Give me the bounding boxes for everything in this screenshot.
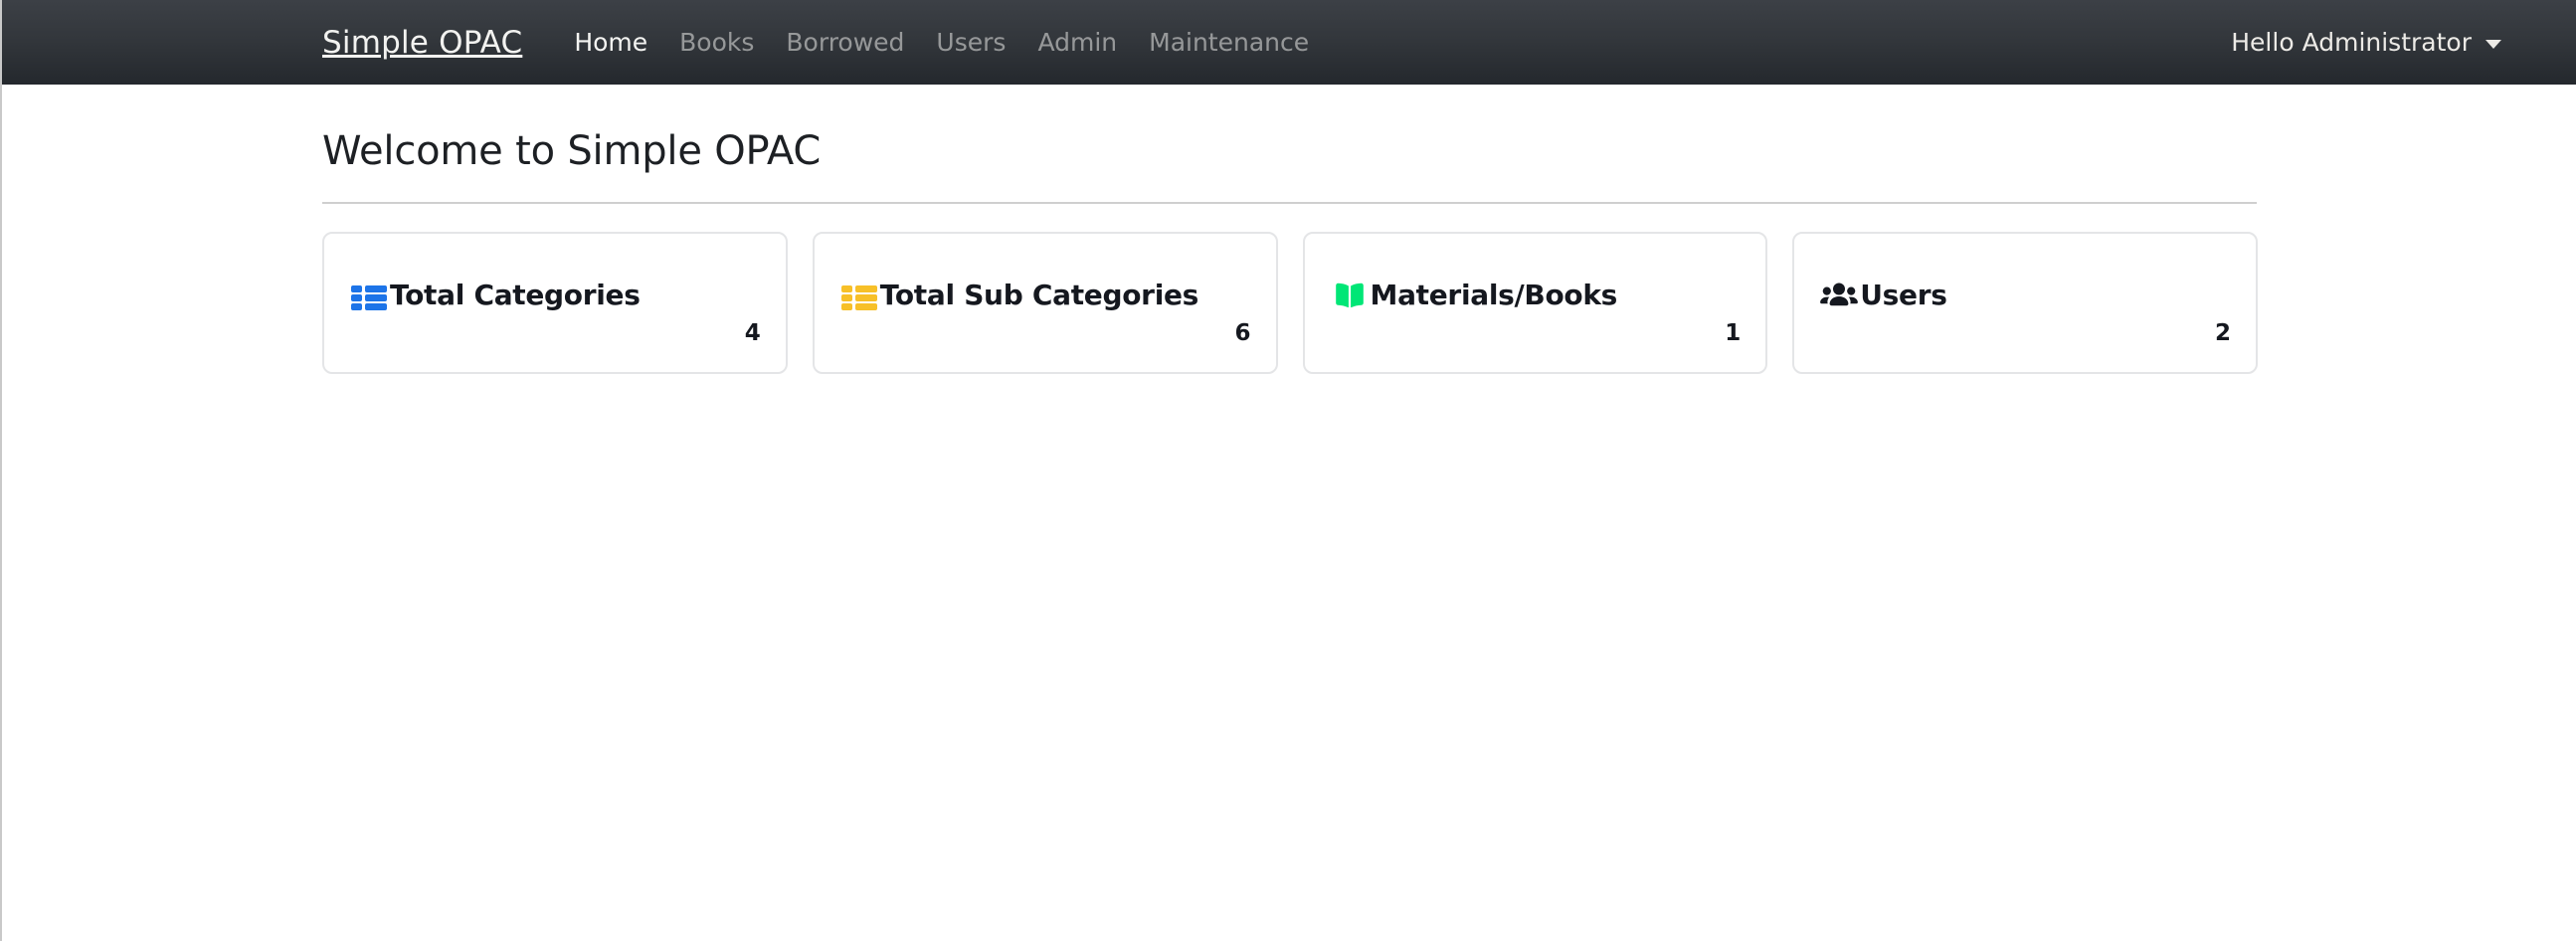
nav-item-borrowed[interactable]: Borrowed <box>770 30 920 55</box>
nav-link-books[interactable]: Books <box>663 28 770 57</box>
chevron-down-icon <box>2485 40 2501 49</box>
user-menu-dropdown[interactable]: Hello Administrator <box>2231 28 2501 57</box>
nav-item-home[interactable]: Home <box>558 30 663 55</box>
stat-card-total-categories[interactable]: Total Categories 4 <box>322 232 788 374</box>
stat-card-header: Total Categories <box>348 275 641 316</box>
stat-card-header: Materials/Books <box>1329 275 1618 316</box>
stat-card-total-sub-categories[interactable]: Total Sub Categories 6 <box>812 232 1278 374</box>
page-container: Welcome to Simple OPAC Total Categories … <box>2 128 2576 374</box>
nav-item-users[interactable]: Users <box>920 30 1021 55</box>
stat-card-users[interactable]: Users 2 <box>1792 232 2258 374</box>
stat-card-label: Materials/Books <box>1370 279 1618 311</box>
nav-item-books[interactable]: Books <box>663 30 770 55</box>
stat-card-header: Users <box>1818 275 1947 316</box>
nav-link-admin[interactable]: Admin <box>1021 28 1133 57</box>
nav-link-borrowed[interactable]: Borrowed <box>770 28 920 57</box>
stat-card-count: 4 <box>744 320 761 346</box>
nav-item-admin[interactable]: Admin <box>1021 30 1133 55</box>
table-list-icon <box>348 275 390 316</box>
stat-card-materials-books[interactable]: Materials/Books 1 <box>1302 232 1768 374</box>
stat-card-count: 1 <box>1725 320 1742 346</box>
stat-card-label: Total Categories <box>390 279 641 311</box>
stat-cards-row: Total Categories 4 Total Sub Categories … <box>322 232 2258 374</box>
title-divider <box>322 202 2257 204</box>
open-book-icon <box>1329 275 1371 316</box>
stat-card-label: Users <box>1860 279 1947 311</box>
brand-logo[interactable]: Simple OPAC <box>322 25 522 61</box>
stat-card-count: 6 <box>1234 320 1251 346</box>
stat-card-header: Total Sub Categories <box>838 275 1198 316</box>
navbar-right: Hello Administrator <box>2231 28 2501 57</box>
primary-nav: Home Books Borrowed Users Admin Maintena… <box>558 30 1325 55</box>
nav-item-maintenance[interactable]: Maintenance <box>1133 30 1325 55</box>
user-greeting-label: Hello Administrator <box>2231 28 2472 57</box>
top-navbar: Simple OPAC Home Books Borrowed Users Ad… <box>2 0 2576 85</box>
stat-card-label: Total Sub Categories <box>879 279 1199 311</box>
nav-link-home[interactable]: Home <box>558 28 663 57</box>
table-list-icon <box>838 275 880 316</box>
users-group-icon <box>1818 275 1860 316</box>
nav-link-users[interactable]: Users <box>920 28 1021 57</box>
nav-link-maintenance[interactable]: Maintenance <box>1133 28 1325 57</box>
page-title: Welcome to Simple OPAC <box>322 128 822 174</box>
stat-card-count: 2 <box>2214 320 2231 346</box>
